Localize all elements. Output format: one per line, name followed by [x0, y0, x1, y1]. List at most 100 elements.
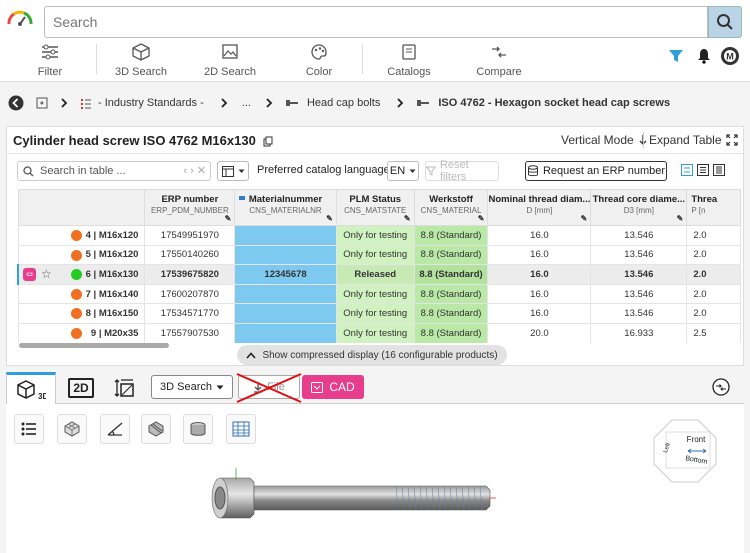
table-row[interactable]: 4 | M16x120 17549951970 Only for testing… — [17, 225, 741, 246]
cell-werkstoff[interactable]: 8.8 (Standard) — [413, 283, 489, 305]
tab-dimensions[interactable] — [110, 372, 140, 404]
column-settings-button[interactable] — [217, 161, 249, 181]
cell-materialnummer[interactable] — [234, 322, 337, 343]
cell-d[interactable]: 16.0 — [487, 283, 592, 305]
cell-erp[interactable]: 17549951970 — [144, 225, 236, 246]
cell-materialnummer[interactable] — [234, 303, 337, 324]
cad-button[interactable]: CAD — [302, 375, 364, 399]
table-row[interactable]: 5 | M16x120 17550140260 Only for testing… — [17, 244, 741, 266]
tab-2d[interactable]: 2D — [66, 372, 96, 404]
table-row[interactable]: 7 | M16x140 17600207870 Only for testing… — [17, 283, 741, 305]
logo-gauge-icon[interactable] — [6, 8, 34, 30]
cell-plm-status[interactable]: Only for testing — [335, 322, 415, 343]
cell-p[interactable]: 2.0 — [686, 283, 741, 305]
column-header-thread-core[interactable]: Thread core diame... D3 [mm] ✎ — [590, 189, 688, 226]
cell-erp[interactable]: 17550140260 — [144, 244, 236, 266]
color-button[interactable]: Color — [296, 42, 342, 78]
table-row-selected[interactable]: ▭ ☆ 6 | M16x130 17539675820 12345678 Rel… — [17, 264, 741, 285]
wireframe-button[interactable] — [57, 414, 87, 444]
row-label[interactable]: 9 | M20x35 — [17, 322, 146, 343]
filter-button[interactable]: Filter — [24, 42, 76, 78]
cell-erp[interactable]: 17539675820 — [144, 264, 236, 285]
cell-materialnummer[interactable] — [234, 244, 337, 266]
star-icon[interactable]: ☆ — [41, 267, 52, 281]
pencil-icon[interactable]: ✎ — [404, 214, 411, 223]
table-search-input[interactable]: Search in table ... ‹ › ✕ — [17, 161, 211, 181]
pencil-icon[interactable]: ✎ — [225, 214, 232, 223]
cell-d3[interactable]: 13.546 — [590, 225, 688, 246]
column-header-materialnummer[interactable]: Materialnummer CNS_MATERIALNR ✎ — [234, 189, 337, 226]
cell-plm-status[interactable]: Only for testing — [335, 225, 415, 246]
column-header-plm-status[interactable]: PLM Status CNS_MATSTATE ✎ — [335, 189, 415, 226]
breadcrumb-item-iso-4762[interactable]: ISO 4762 - Hexagon socket head cap screw… — [416, 97, 670, 109]
cell-d[interactable]: 16.0 — [487, 303, 592, 324]
cell-d3[interactable]: 13.546 — [590, 283, 688, 305]
view-list-medium-icon[interactable] — [697, 164, 709, 176]
3d-search-dropdown[interactable]: 3D Search — [151, 375, 233, 399]
table-row[interactable]: 9 | M20x35 17557907530 Only for testing … — [17, 322, 741, 343]
3d-model-bolt[interactable] — [206, 466, 496, 530]
cell-werkstoff[interactable]: 8.8 (Standard) — [413, 264, 489, 285]
column-header-nominal-thread[interactable]: Nominal thread diam... D [mm] ✎ — [487, 189, 592, 226]
cell-p[interactable]: 2.0 — [686, 244, 741, 266]
bell-icon[interactable] — [696, 48, 712, 64]
cell-d3[interactable]: 13.546 — [590, 303, 688, 324]
column-header-thread-pitch[interactable]: Threa P [n — [686, 189, 741, 226]
breadcrumb-item-head-cap-bolts[interactable]: Head cap bolts — [285, 97, 380, 109]
cell-d3[interactable]: 13.546 — [590, 244, 688, 266]
cell-d3[interactable]: 16.933 — [590, 322, 688, 343]
cell-plm-status[interactable]: Only for testing — [335, 244, 415, 266]
cell-werkstoff[interactable]: 8.8 (Standard) — [413, 303, 489, 324]
column-header-erp[interactable]: ERP number ERP_PDM_NUMBER ✎ — [144, 189, 236, 226]
table-row[interactable]: 8 | M16x150 17534571770 Only for testing… — [17, 303, 741, 324]
pencil-icon[interactable]: ✎ — [677, 214, 684, 223]
row-label[interactable]: 4 | M16x120 — [17, 225, 146, 246]
cell-d[interactable]: 20.0 — [487, 322, 592, 343]
cell-materialnummer[interactable] — [234, 283, 337, 305]
view-cube[interactable]: Front Bottom Left — [652, 418, 718, 484]
cell-werkstoff[interactable]: 8.8 (Standard) — [413, 244, 489, 266]
home-root-icon[interactable] — [36, 97, 48, 109]
cell-erp[interactable]: 17600207870 — [144, 283, 236, 305]
section-button[interactable] — [141, 414, 171, 444]
row-label[interactable]: 7 | M16x140 — [17, 283, 146, 305]
user-avatar[interactable]: M — [720, 46, 740, 66]
cell-materialnummer[interactable] — [234, 225, 337, 246]
breadcrumb-ellipsis[interactable]: ... — [242, 97, 251, 109]
language-select[interactable]: EN — [387, 161, 419, 181]
catalogs-button[interactable]: Catalogs — [382, 42, 436, 78]
cell-erp[interactable]: 17534571770 — [144, 303, 236, 324]
view-list-compact-icon[interactable] — [681, 164, 693, 176]
funnel-filter-icon[interactable] — [668, 48, 684, 64]
2d-search-button[interactable]: 2D Search — [198, 42, 262, 78]
vertical-mode-button[interactable]: Vertical Mode — [561, 133, 648, 147]
copy-icon[interactable] — [263, 136, 273, 147]
cell-d[interactable]: 16.0 — [487, 225, 592, 246]
show-compressed-button[interactable]: Show compressed display (16 configurable… — [237, 345, 507, 365]
compare-button[interactable]: Compare — [472, 42, 526, 78]
cell-werkstoff[interactable]: 8.8 (Standard) — [413, 322, 489, 343]
3d-viewer[interactable]: Front Bottom Left — [6, 404, 744, 553]
search-button[interactable] — [708, 6, 742, 38]
cell-plm-status[interactable]: Only for testing — [335, 283, 415, 305]
breadcrumb-item-industry-standards[interactable]: - Industry Standards - — [80, 97, 204, 109]
horizontal-scrollbar[interactable] — [19, 343, 169, 348]
cell-plm-status[interactable]: Only for testing — [335, 303, 415, 324]
cell-materialnummer[interactable]: 12345678 — [234, 264, 337, 285]
tab-3d[interactable]: 3D — [6, 372, 56, 404]
cell-d3[interactable]: 13.546 — [590, 264, 688, 285]
3d-search-button[interactable]: 3D Search — [108, 42, 174, 78]
cylinder-view-button[interactable] — [183, 414, 213, 444]
cell-p[interactable]: 2.5 — [686, 322, 741, 343]
row-label[interactable]: 8 | M16x150 — [17, 303, 146, 324]
cell-d[interactable]: 16.0 — [487, 244, 592, 266]
compare-circle-icon[interactable] — [712, 378, 730, 396]
search-input[interactable] — [44, 6, 708, 38]
pencil-icon[interactable]: ✎ — [326, 214, 333, 223]
cell-p[interactable]: 2.0 — [686, 303, 741, 324]
request-erp-button[interactable]: Request an ERP number — [525, 161, 667, 181]
measure-button[interactable] — [100, 414, 130, 444]
cell-plm-status[interactable]: Released — [335, 264, 415, 285]
reset-filters-button[interactable]: Reset filters — [425, 159, 499, 183]
cell-erp[interactable]: 17557907530 — [144, 322, 236, 343]
